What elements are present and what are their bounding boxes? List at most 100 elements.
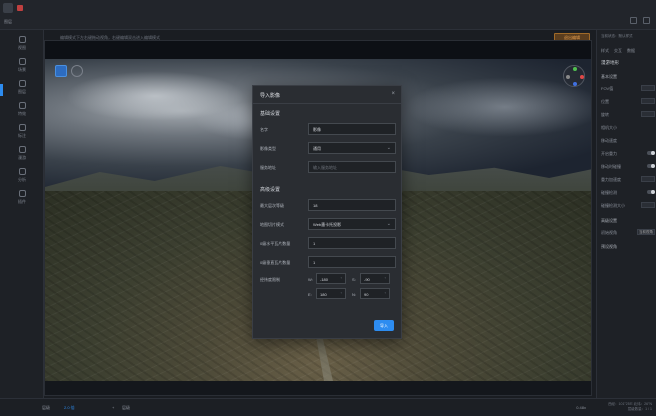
app-logo-icon	[3, 3, 13, 13]
url-label: 服务地址	[260, 165, 276, 170]
pen-icon	[18, 124, 26, 131]
viewport-bottom-strip	[45, 381, 591, 395]
cloud	[405, 77, 591, 137]
bottom-scale-tab[interactable]: 2.0 倍	[64, 405, 75, 411]
gizmo-z-axis[interactable]	[573, 82, 577, 86]
bottom-bar: 层级 2.0 倍 + 层级 0.48x 西经：101°25'E 北纬：26°N …	[0, 398, 656, 416]
settings-icon[interactable]	[630, 17, 637, 24]
chart-icon	[18, 168, 26, 175]
initial-view-select[interactable]: 当前视角	[637, 229, 655, 235]
name-input[interactable]: 影像	[308, 123, 396, 135]
coordinate-readout: 西经：101°25'E 北纬：26°N 层级数量：1 / 1	[608, 402, 652, 411]
row-initial-view: 初始视角 当前视角	[601, 229, 655, 235]
tab-style[interactable]: 样式	[601, 48, 609, 54]
sparkle-icon	[18, 102, 26, 109]
collision-detect-toggle[interactable]	[647, 190, 655, 194]
extent-label: 经纬度限制	[260, 277, 280, 282]
navigation-gizmo[interactable]	[563, 65, 585, 87]
nav-item-scene[interactable]: 场景	[0, 58, 44, 73]
breadcrumb[interactable]: 图层	[4, 19, 12, 25]
import-button[interactable]: 导入	[374, 320, 394, 331]
gravity-accel-input[interactable]	[641, 176, 655, 182]
location-icon	[18, 80, 26, 87]
dialog-title: 导入影像	[260, 93, 281, 99]
row-position: 位置	[601, 98, 655, 107]
type-select[interactable]: 通用 ⌄	[308, 142, 396, 154]
nav-item-plugin[interactable]: 插件	[0, 190, 44, 205]
panel-title: 漫游地形	[601, 60, 619, 65]
bottom-level-tab[interactable]: 层级	[122, 405, 130, 411]
x-tiles-label: 0级水平瓦片数量	[260, 241, 291, 246]
plane-icon	[18, 146, 26, 153]
add-icon[interactable]: +	[112, 405, 114, 410]
nav-item-mark[interactable]: 标注	[0, 124, 44, 139]
w-label: W:	[308, 277, 313, 282]
position-input[interactable]	[641, 98, 655, 104]
divider	[253, 103, 401, 104]
rotation-input[interactable]	[641, 111, 655, 117]
left-nav: 视图 场景 图层 特效 标注 漫游 分析 插件	[0, 30, 44, 416]
south-input[interactable]: -90 °	[360, 273, 390, 284]
north-input[interactable]: 90 °	[360, 288, 390, 299]
y-tiles-label: 0级垂直瓦片数量	[260, 260, 291, 265]
record-icon[interactable]	[17, 5, 23, 11]
top-bar: 图层	[0, 0, 656, 30]
nav-item-effect[interactable]: 特效	[0, 102, 44, 117]
layers-icon	[18, 58, 26, 65]
tiling-scheme-label: 地图切片模式	[260, 222, 284, 227]
east-input[interactable]: 180 °	[316, 288, 346, 299]
collision-size-input[interactable]	[641, 202, 655, 208]
rotate-tool-button[interactable]	[71, 65, 83, 77]
close-icon[interactable]: ×	[391, 91, 395, 97]
max-level-input[interactable]: 18	[308, 199, 396, 211]
tiling-scheme-select[interactable]: Web墨卡托投影 ⌄	[308, 218, 396, 230]
s-label: S:	[352, 277, 356, 282]
row-collision-size: 碰撞检测大小	[601, 202, 655, 211]
x-tiles-input[interactable]: 1	[308, 237, 396, 249]
gizmo-neg-axis[interactable]	[566, 75, 570, 79]
select-tool-button[interactable]	[55, 65, 67, 77]
nav-item-roam[interactable]: 漫游	[0, 146, 44, 161]
zoom-level: 0.48x	[576, 405, 586, 410]
row-rotation: 旋转	[601, 111, 655, 120]
fov-input[interactable]	[641, 85, 655, 91]
nav-item-layer[interactable]: 图层	[0, 80, 44, 95]
panel-state-hint: 当前状态：默认样式	[601, 34, 633, 38]
row-gravity-accel: 重力加速度	[601, 176, 655, 185]
west-input[interactable]: -180 °	[316, 273, 346, 284]
section-basic[interactable]: 基本设置	[601, 74, 617, 80]
row-gravity: 开启重力	[601, 151, 655, 159]
tab-interaction[interactable]: 交互	[614, 48, 622, 54]
property-panel: 当前状态：默认样式 样式 交互 数据 漫游地形 基本设置 FOV值 位置 旋转 …	[596, 30, 656, 398]
section-basic-title: 基础设置	[260, 111, 281, 117]
nav-item-analysis[interactable]: 分析	[0, 168, 44, 183]
y-tiles-input[interactable]: 1	[308, 256, 396, 268]
section-advanced-title: 高级设置	[260, 187, 281, 193]
row-move-speed: 移动速度	[601, 138, 617, 143]
url-input[interactable]: 输入服务地址	[308, 161, 396, 173]
row-fov: FOV值	[601, 85, 655, 94]
collision-toggle[interactable]	[647, 164, 655, 168]
max-level-label: 最大层次等级	[260, 203, 284, 208]
row-collision-detect: 碰撞检测	[601, 190, 655, 198]
tab-data[interactable]: 数据	[627, 48, 635, 54]
row-camera-size: 相机大小	[601, 125, 617, 130]
gravity-toggle[interactable]	[647, 151, 655, 155]
grid-icon	[18, 190, 26, 197]
name-label: 名字	[260, 127, 268, 132]
n-label: N:	[352, 292, 356, 297]
gizmo-y-axis[interactable]	[573, 67, 577, 71]
import-imagery-dialog: 导入影像 × 基础设置 名字 影像 影像类型 通用 ⌄ 服务地址 输入服务地址 高…	[252, 85, 402, 339]
nav-item-view[interactable]: 视图	[0, 36, 44, 51]
gizmo-x-axis[interactable]	[580, 75, 584, 79]
row-collision: 移动时碰撞	[601, 164, 655, 172]
topbar-actions	[630, 17, 650, 24]
type-label: 影像类型	[260, 146, 276, 151]
e-label: E:	[308, 292, 312, 297]
chevron-down-icon: ⌄	[386, 145, 391, 151]
fullscreen-icon[interactable]	[643, 17, 650, 24]
chevron-down-icon: ⌄	[386, 221, 391, 227]
section-preset-view[interactable]: 预设视角	[601, 244, 617, 250]
bottom-layer-tab[interactable]: 层级	[42, 405, 50, 411]
section-advanced[interactable]: 高级设置	[601, 218, 617, 224]
